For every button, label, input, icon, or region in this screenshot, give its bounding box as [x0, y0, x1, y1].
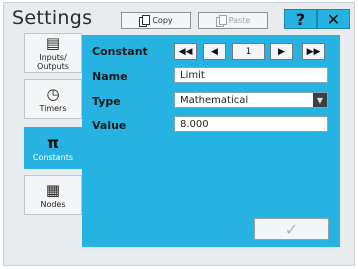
sidebar-item-label: Constants [32, 152, 74, 162]
page-title: Settings [12, 7, 93, 29]
first-button[interactable]: ◀◀ [174, 43, 197, 60]
help-button[interactable]: ? [284, 9, 317, 29]
type-value: Mathematical [180, 95, 249, 106]
value-label: Value [92, 119, 127, 132]
sidebar-item-timers[interactable]: ◷ Timers [24, 79, 82, 119]
ok-button[interactable]: ✓ [254, 218, 329, 240]
name-field[interactable]: Limit [174, 67, 328, 83]
clock-icon: ◷ [46, 84, 60, 103]
sidebar-item-label: Timers [39, 103, 67, 113]
sidebar-item-label: Nodes [40, 199, 66, 209]
sidebar-item-inputs-outputs[interactable]: ▤ Inputs/ Outputs [24, 33, 82, 73]
type-select[interactable]: Mathematical ▼ [174, 92, 328, 108]
sidebar-item-label: Inputs/ Outputs [37, 53, 69, 71]
paste-button[interactable]: Paste [198, 12, 268, 29]
copy-button[interactable]: Copy [121, 12, 191, 29]
paste-label: Paste [228, 16, 251, 25]
sidebar-item-constants[interactable]: π Constants [24, 127, 82, 169]
pi-icon: π [47, 133, 59, 152]
next-button[interactable]: ▶ [270, 43, 293, 60]
close-button[interactable]: ✕ [317, 9, 350, 29]
settings-window: Settings Copy Paste ? ✕ ▤ Inputs/ Output… [3, 2, 355, 266]
io-icon: ▤ [45, 34, 61, 52]
name-label: Name [92, 70, 128, 83]
sidebar-item-nodes[interactable]: ▦ Nodes [24, 175, 82, 215]
constant-label: Constant [92, 45, 148, 58]
value-field[interactable]: 8.000 [174, 116, 328, 132]
copy-icon [139, 15, 151, 27]
type-label: Type [92, 95, 121, 108]
paste-icon [215, 15, 227, 27]
prev-button[interactable]: ◀ [203, 43, 226, 60]
last-button[interactable]: ▶▶ [302, 43, 325, 60]
chevron-down-icon[interactable]: ▼ [313, 93, 327, 107]
copy-label: Copy [152, 16, 173, 25]
constant-index[interactable]: 1 [232, 43, 265, 60]
nodes-icon: ▦ [45, 180, 61, 199]
